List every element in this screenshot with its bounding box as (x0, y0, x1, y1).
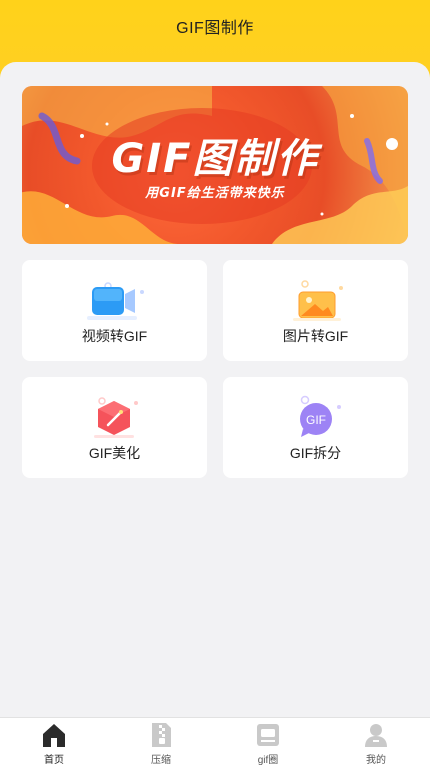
gif-split-icon-text: GIF (306, 413, 326, 427)
page-title: GIF图制作 (176, 20, 254, 37)
gif-beautify-card[interactable]: GIF美化 (22, 377, 207, 478)
tab-compress-label: 压缩 (151, 755, 171, 765)
gif-beautify-label: GIF美化 (88, 445, 141, 461)
tab-gif-circle-label: gif圈 (257, 755, 279, 765)
gif-split-label: GIF拆分 (289, 445, 342, 461)
gif-split-icon: GIF (300, 395, 341, 437)
image-to-gif-card[interactable]: 图片转GIF (223, 260, 408, 361)
tab-home-label: 首页 (44, 755, 64, 765)
compress-icon (152, 723, 171, 747)
video-to-gif-label: 视频转GIF (81, 328, 148, 344)
image-icon (293, 280, 343, 321)
bottom-tab-bar: 首页 压缩 gif圈 我的 (0, 717, 430, 765)
tab-home[interactable]: 首页 (14, 718, 94, 765)
promo-banner[interactable]: GIF图制作 用GIF给生活带来快乐 (22, 86, 408, 244)
image-to-gif-label: 图片转GIF (282, 328, 349, 344)
tab-profile[interactable]: 我的 (336, 718, 416, 765)
tab-profile-label: 我的 (366, 755, 386, 765)
gif-circle-icon (257, 724, 279, 746)
main-content: GIF图制作 用GIF给生活带来快乐 视频转GIF 图片转GIF GIF美化 G… (0, 62, 430, 717)
profile-icon (365, 724, 387, 747)
tab-gif-circle[interactable]: gif圈 (228, 718, 308, 765)
video-to-gif-card[interactable]: 视频转GIF (22, 260, 207, 361)
gif-split-card[interactable]: GIF GIF拆分 (223, 377, 408, 478)
magic-wand-icon (94, 397, 138, 438)
banner-title: GIF图制作 (111, 136, 319, 182)
home-icon (43, 724, 65, 747)
banner-subtitle: 用GIF给生活带来快乐 (145, 186, 285, 201)
tab-compress[interactable]: 压缩 (121, 718, 201, 765)
video-icon (87, 282, 144, 320)
